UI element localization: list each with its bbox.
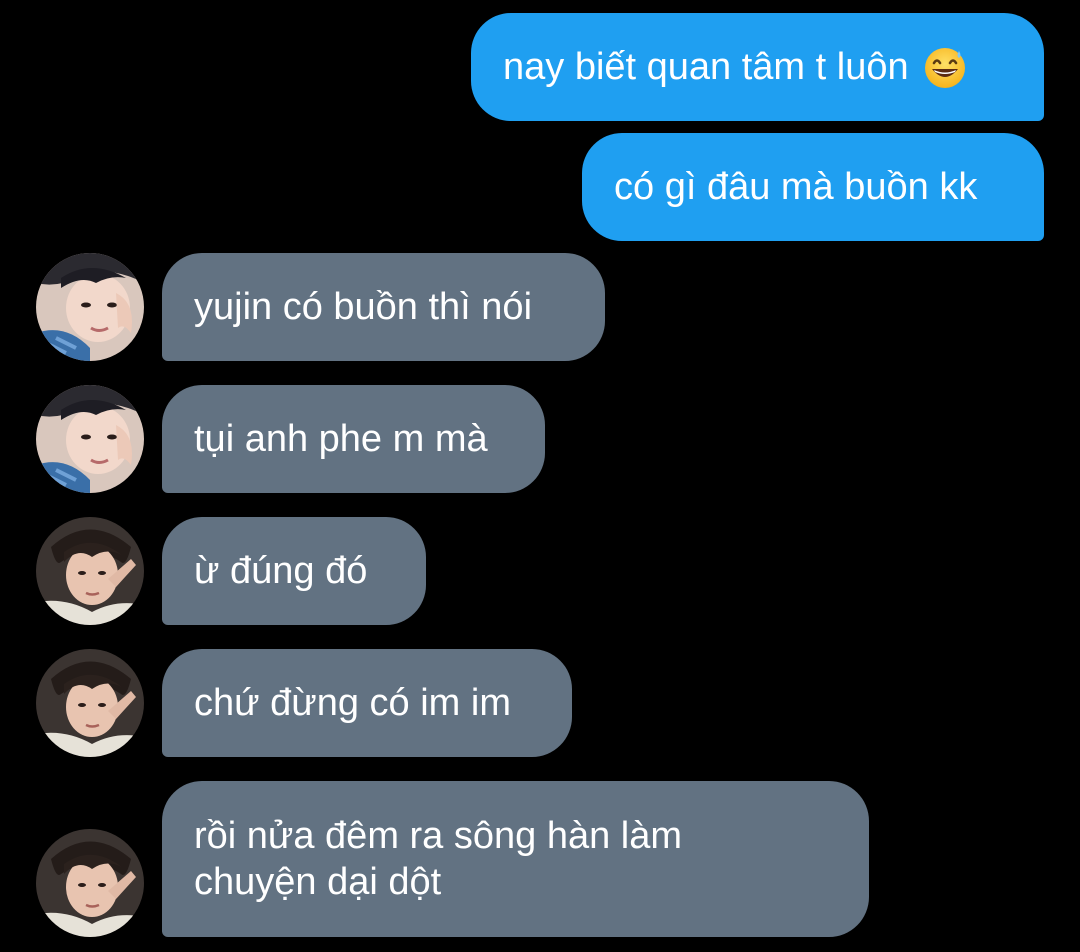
- avatar[interactable]: [36, 253, 144, 361]
- message-text: rồi nửa đêm ra sông hàn làm chuyện dại d…: [194, 815, 683, 903]
- outgoing-message-bubble[interactable]: nay biết quan tâm t luôn: [471, 13, 1044, 121]
- message-text: nay biết quan tâm t luôn: [503, 46, 909, 88]
- incoming-message-bubble[interactable]: yujin có buồn thì nói: [162, 253, 605, 361]
- avatar[interactable]: [36, 517, 144, 625]
- incoming-message-bubble[interactable]: chứ đừng có im im: [162, 649, 572, 757]
- avatar[interactable]: [36, 385, 144, 493]
- outgoing-message-bubble[interactable]: có gì đâu mà buồn kk: [582, 133, 1044, 241]
- message-text: yujin có buồn thì nói: [194, 286, 533, 328]
- message-text: tụi anh phe m mà: [194, 418, 488, 460]
- incoming-message-bubble[interactable]: ừ đúng đó: [162, 517, 426, 625]
- chat-thread: nay biết quan tâm t luôn có gì đâu mà bu…: [0, 0, 1080, 952]
- avatar[interactable]: [36, 649, 144, 757]
- incoming-message-bubble[interactable]: tụi anh phe m mà: [162, 385, 545, 493]
- avatar[interactable]: [36, 829, 144, 937]
- incoming-message-bubble[interactable]: rồi nửa đêm ra sông hàn làm chuyện dại d…: [162, 781, 869, 937]
- message-text: chứ đừng có im im: [194, 682, 511, 724]
- message-text: có gì đâu mà buồn kk: [614, 166, 978, 208]
- grinning-face-with-sweat-emoji-icon: [923, 45, 967, 89]
- message-text: ừ đúng đó: [194, 550, 368, 592]
